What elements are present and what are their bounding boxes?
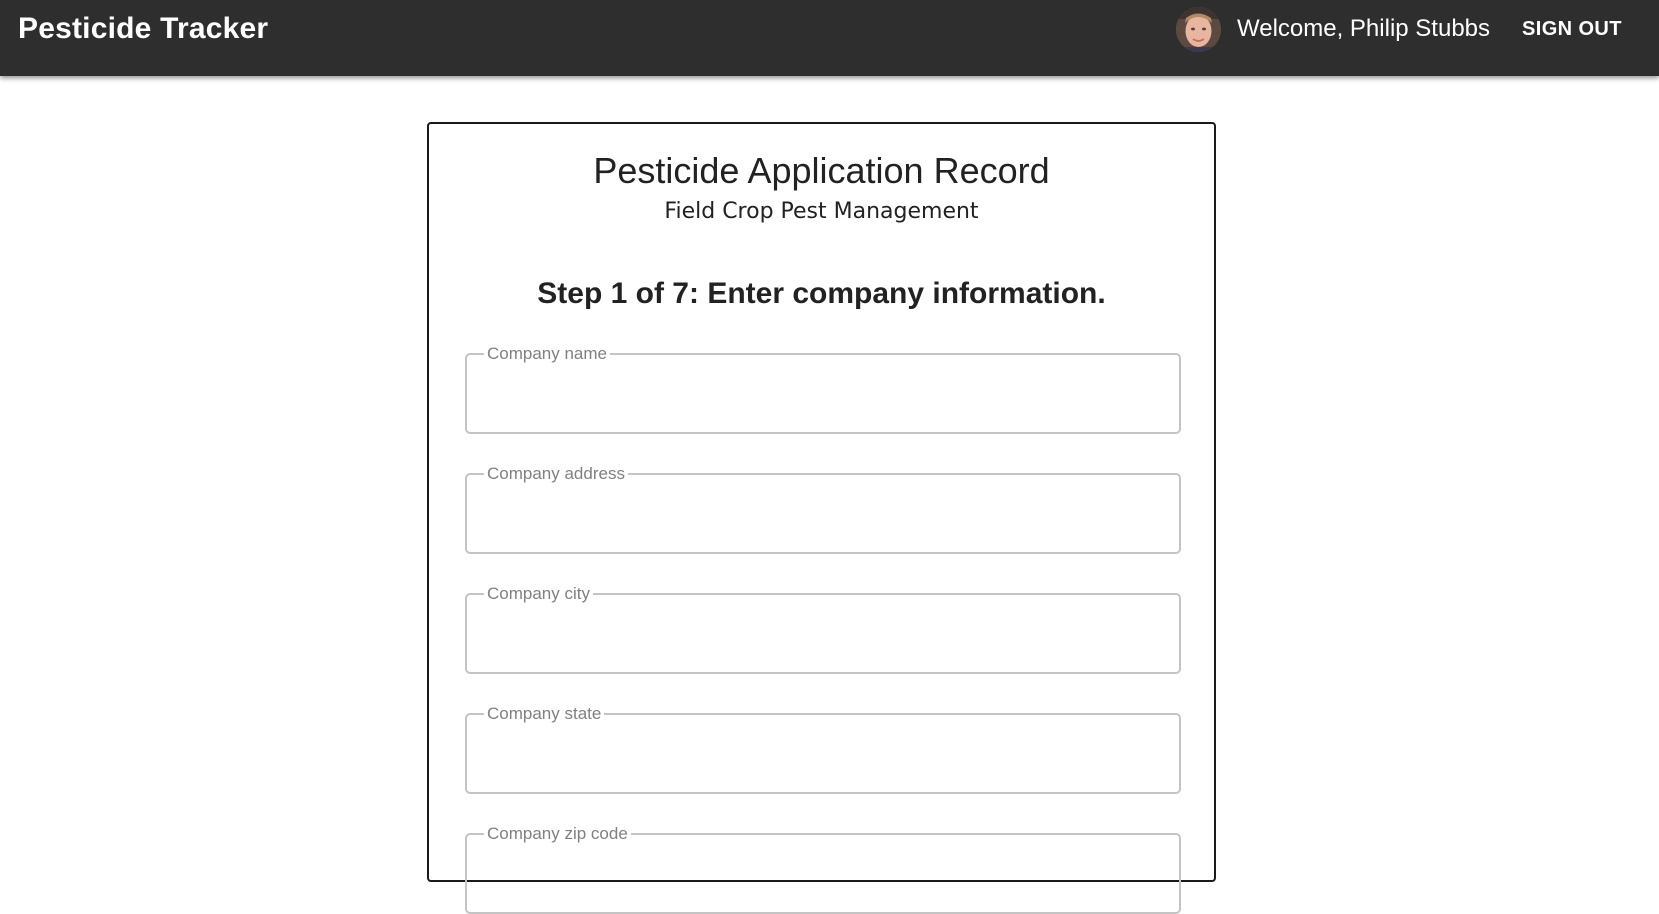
company-city-field[interactable]: Company city xyxy=(465,584,1181,674)
company-city-label: Company city xyxy=(487,584,590,603)
welcome-text: Welcome, Philip Stubbs xyxy=(1237,15,1491,42)
company-name-field[interactable]: Company name xyxy=(465,344,1181,434)
page-subtitle: Field Crop Pest Management xyxy=(664,199,979,224)
company-address-label: Company address xyxy=(487,464,625,483)
company-state-label: Company state xyxy=(487,704,602,723)
company-zip-code-field[interactable]: Company zip code xyxy=(465,824,1181,914)
company-address-field[interactable]: Company address xyxy=(465,464,1181,554)
application-record-card: Pesticide Application Record Field Crop … xyxy=(427,122,1216,914)
company-name-label: Company name xyxy=(487,344,608,363)
company-zip-code-label: Company zip code xyxy=(487,824,628,843)
user-avatar-icon[interactable] xyxy=(1176,7,1221,52)
step-heading: Step 1 of 7: Enter company information. xyxy=(537,277,1106,310)
company-state-input[interactable] xyxy=(485,754,1161,786)
app-title: Pesticide Tracker xyxy=(18,12,269,45)
company-city-input[interactable] xyxy=(485,634,1161,666)
company-state-field[interactable]: Company state xyxy=(465,704,1181,794)
page-title: Pesticide Application Record xyxy=(593,150,1050,191)
app-bar: Pesticide Tracker Welcome, Philip Stubbs… xyxy=(0,0,1659,76)
company-zip-code-input[interactable] xyxy=(485,874,1161,906)
company-name-input[interactable] xyxy=(485,394,1161,426)
company-address-input[interactable] xyxy=(485,514,1161,546)
sign-out-button[interactable]: SIGN OUT xyxy=(1512,12,1632,46)
